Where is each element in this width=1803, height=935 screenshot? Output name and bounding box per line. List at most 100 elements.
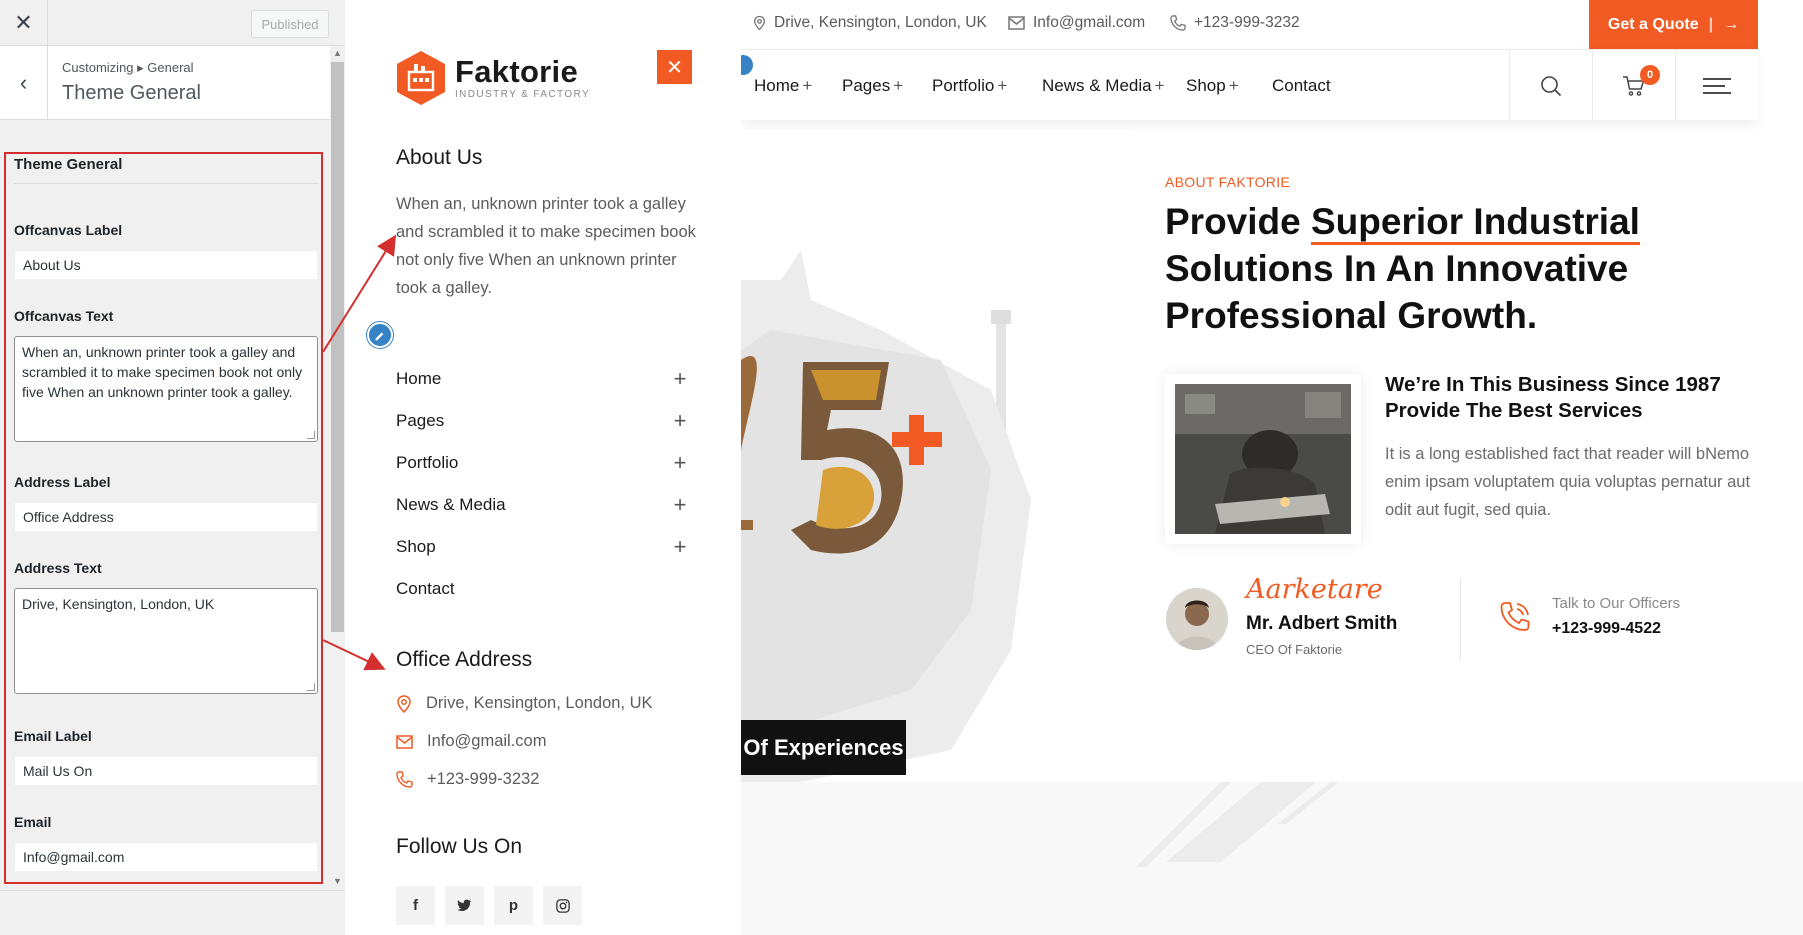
screen: ✕ Published ‹ Customizing ▸ General Them… <box>0 0 1803 935</box>
pinterest-icon[interactable]: p <box>494 886 533 925</box>
search-button[interactable] <box>1509 50 1592 121</box>
hamburger-menu-icon <box>1703 77 1731 94</box>
hamburger-button[interactable] <box>1675 50 1758 121</box>
address-text: Drive, Kensington, London, UK <box>426 694 653 712</box>
since-title: We’re In This Business Since 1987 Provid… <box>1385 373 1721 422</box>
search-icon <box>1541 75 1562 96</box>
plus-icon[interactable]: + <box>670 534 690 560</box>
email-field: Email Info@gmail.com <box>14 814 318 872</box>
menu-item-home[interactable]: Home + <box>396 358 690 400</box>
topbar-phone-text: +123-999-3232 <box>1194 14 1300 31</box>
plus-icon: + <box>893 76 904 95</box>
address-label-input[interactable]: Office Address <box>14 502 318 532</box>
talk-phone[interactable]: +123-999-4522 <box>1552 620 1661 638</box>
map-pin-icon <box>397 694 411 713</box>
office-address: Drive, Kensington, London, UK <box>396 694 716 713</box>
plus-icon[interactable]: + <box>670 408 690 434</box>
offcanvas-label-input[interactable]: About Us <box>14 250 318 280</box>
headline-underlined: Superior Industrial <box>1311 201 1640 245</box>
experience-badge: Of Experiences <box>741 720 906 775</box>
email-text: Info@gmail.com <box>427 732 547 750</box>
nav-portfolio[interactable]: Portfolio + <box>932 76 1007 96</box>
offcanvas-menu: Home + Pages + Portfolio + News & Media + Sh… <box>396 358 690 610</box>
nav-label: News & Media <box>1042 76 1152 95</box>
about-heading: About Us <box>396 146 483 169</box>
ceo-name: Mr. Adbert Smith <box>1246 613 1398 634</box>
menu-item-shop[interactable]: Shop + <box>396 526 690 568</box>
topbar-email[interactable]: Info@gmail.com <box>1008 14 1145 32</box>
scrollbar-thumb[interactable] <box>331 62 344 632</box>
about-text: When an, unknown printer took a galley a… <box>396 195 696 297</box>
menu-item-portfolio[interactable]: Portfolio + <box>396 442 690 484</box>
logo-title: Faktorie <box>455 54 578 89</box>
office-heading: Office Address <box>396 648 533 671</box>
headline-part-2: Solutions In An Innovative Professional … <box>1165 248 1629 336</box>
office-phone[interactable]: +123-999-3232 <box>396 770 716 789</box>
cart-button[interactable]: 0 <box>1592 50 1675 121</box>
topbar-email-text: Info@gmail.com <box>1033 14 1146 31</box>
resize-handle[interactable] <box>307 431 315 439</box>
ceo-role: CEO Of Faktorie <box>1246 642 1343 657</box>
address-text-textarea[interactable]: Drive, Kensington, London, UK <box>14 588 318 694</box>
publish-button[interactable]: Published <box>251 10 329 38</box>
decorative-stripes <box>1136 782 1339 867</box>
facebook-icon[interactable]: f <box>396 886 435 925</box>
phone-icon <box>1170 15 1186 31</box>
nav-home[interactable]: Home + <box>754 76 812 96</box>
office-email[interactable]: Info@gmail.com <box>396 732 716 751</box>
scroll-up-icon[interactable]: ▲ <box>333 48 342 58</box>
logo[interactable]: Faktorie INDUSTRY & FACTORY <box>395 50 590 106</box>
nav-pages[interactable]: Pages + <box>842 76 903 96</box>
back-arrow-icon[interactable]: ‹ <box>0 46 48 120</box>
customizer-footer <box>0 890 345 935</box>
offcanvas-close-button[interactable]: ✕ <box>657 50 692 84</box>
welder-image-card <box>1165 374 1361 544</box>
offcanvas-panel: Faktorie INDUSTRY & FACTORY ✕ About Us W… <box>345 0 741 935</box>
nav-label: Portfolio <box>932 76 995 95</box>
topbar-phone[interactable]: +123-999-3232 <box>1170 14 1300 32</box>
cart-count-badge: 0 <box>1640 65 1660 85</box>
menu-label: Portfolio <box>396 453 459 472</box>
mail-icon <box>1008 16 1025 30</box>
section-eyebrow: ABOUT FAKTORIE <box>1165 174 1291 190</box>
section-header: ‹ Customizing ▸ General Theme General <box>0 46 330 120</box>
menu-label: Pages <box>396 411 445 430</box>
offcanvas-text-textarea[interactable]: When an, unknown printer took a galley a… <box>14 336 318 442</box>
nav-news-media[interactable]: News & Media + <box>1042 76 1165 96</box>
twitter-icon[interactable] <box>445 886 484 925</box>
plus-icon[interactable]: + <box>670 492 690 518</box>
address-label-field: Address Label Office Address <box>14 474 318 532</box>
plus-icon: + <box>1228 76 1239 95</box>
menu-item-contact[interactable]: Contact <box>396 568 690 610</box>
next-section-bg <box>741 782 1803 935</box>
plus-icon[interactable]: + <box>670 366 690 392</box>
field-label: Email Label <box>14 728 92 744</box>
plus-icon: + <box>1154 76 1165 95</box>
headline-part-1: Provide <box>1165 201 1311 242</box>
field-label: Address Text <box>14 560 102 576</box>
factory-logo-icon <box>397 51 445 105</box>
menu-label: Home <box>396 369 442 388</box>
email-input[interactable]: Info@gmail.com <box>14 842 318 872</box>
since-text: It is a long established fact that reade… <box>1385 445 1751 519</box>
email-label-input[interactable]: Mail Us On <box>14 756 318 786</box>
plus-icon[interactable]: + <box>670 450 690 476</box>
nav-shop[interactable]: Shop + <box>1186 76 1239 96</box>
textarea-value: When an, unknown printer took a galley a… <box>22 344 303 400</box>
menu-item-pages[interactable]: Pages + <box>396 400 690 442</box>
close-icon[interactable]: ✕ <box>0 0 48 46</box>
edit-pencil-icon[interactable] <box>367 322 393 348</box>
nav-contact[interactable]: Contact <box>1272 76 1331 96</box>
welder-photo <box>1175 384 1351 534</box>
field-label: Offcanvas Text <box>14 308 114 324</box>
get-a-quote-button[interactable]: Get a Quote | → <box>1589 0 1758 49</box>
ceo-signature: Aarketare <box>1246 574 1383 605</box>
menu-item-news-media[interactable]: News & Media + <box>396 484 690 526</box>
nav-label: Contact <box>1272 76 1331 95</box>
scroll-down-icon[interactable]: ▼ <box>333 876 342 886</box>
field-label: Address Label <box>14 474 111 490</box>
talk-label: Talk to Our Officers <box>1552 595 1681 612</box>
resize-handle[interactable] <box>307 683 315 691</box>
phone-icon <box>396 771 413 788</box>
instagram-icon[interactable] <box>543 886 582 925</box>
